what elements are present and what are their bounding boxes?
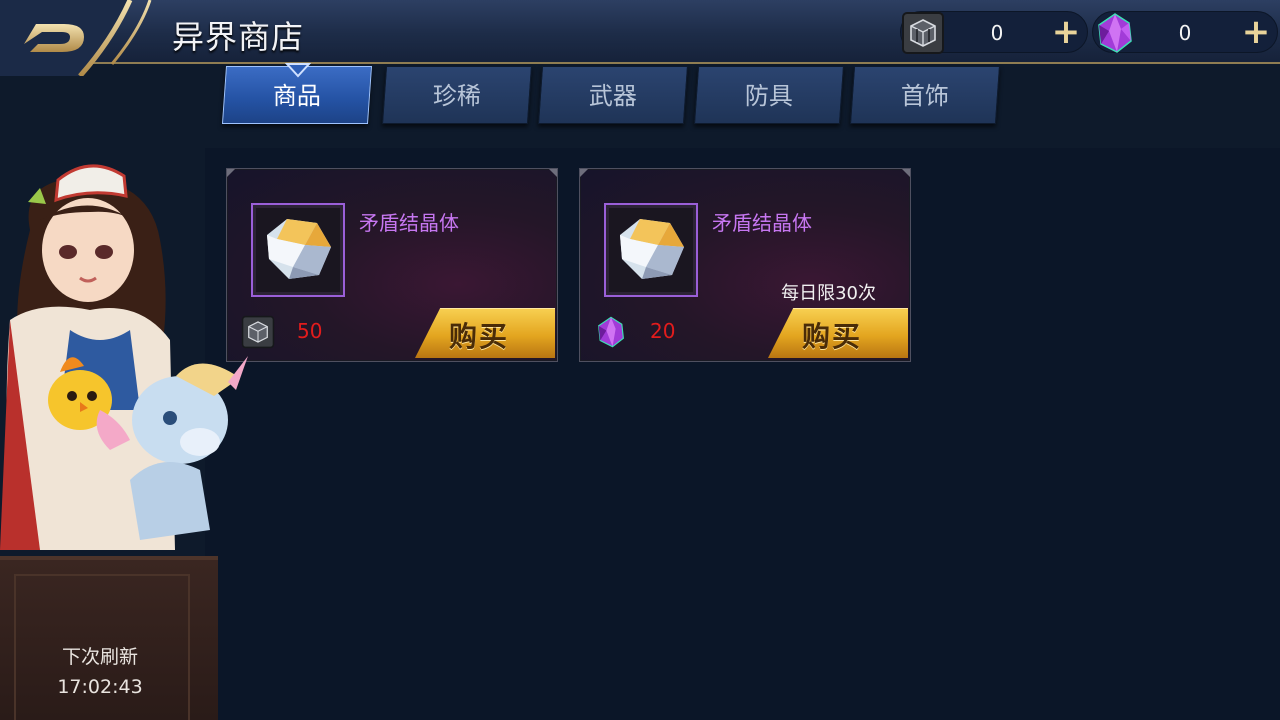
buy-button[interactable]: 购买 [415,308,555,358]
active-tab-indicator-icon [285,63,311,78]
shopkeeper-character-illustration [0,164,248,550]
add-cube-button[interactable]: + [1049,15,1083,50]
card-corner [549,169,557,177]
currency-amount: 0 [990,21,1004,45]
top-bar: 异界商店 0 + 0 + [0,0,1280,78]
tab-label: 武器 [588,82,637,110]
crystal-gem-icon [620,219,684,279]
cube-token-icon [901,11,945,55]
tab-label: 首饰 [900,82,949,110]
tab-accessories[interactable]: 首饰 [849,66,1001,124]
tab-label: 珍稀 [432,82,481,110]
refresh-label: 下次刷新 [61,646,138,668]
crystal-gem-icon [267,219,331,279]
currency-crystal: 0 + [1092,11,1278,53]
purple-crystal-icon [594,315,628,349]
item-price: 20 [650,319,676,343]
item-name: 矛盾结晶体 [712,211,812,235]
shop-item-card: 矛盾结晶体 50 购买 [226,168,558,362]
tab-label: 防具 [744,82,793,110]
buy-button-label: 购买 [449,320,510,353]
refresh-timer: 17:02:43 [57,676,143,698]
tab-weapons[interactable]: 武器 [537,66,689,124]
back-arrow-icon [0,0,152,78]
item-price: 50 [297,319,323,343]
item-slot[interactable] [251,203,345,297]
item-slot[interactable] [604,203,698,297]
card-corner [580,169,588,177]
add-crystal-button[interactable]: + [1239,15,1273,50]
page-title: 异界商店 [172,18,305,56]
back-button[interactable] [0,0,165,78]
tab-rare[interactable]: 珍稀 [381,66,533,124]
refresh-panel: 下次刷新 17:02:43 [0,556,218,720]
tab-armor[interactable]: 防具 [693,66,845,124]
daily-limit-text: 每日限30次 [781,283,876,304]
purple-crystal-icon [1093,11,1137,55]
buy-button[interactable]: 购买 [768,308,908,358]
currency-amount: 0 [1178,21,1192,45]
currency-cube: 0 + [900,11,1088,55]
shop-item-card: 矛盾结晶体 每日限30次 20 购买 [579,168,911,362]
buy-button-label: 购买 [802,320,863,353]
card-corner [902,169,910,177]
item-name: 矛盾结晶体 [359,211,459,235]
